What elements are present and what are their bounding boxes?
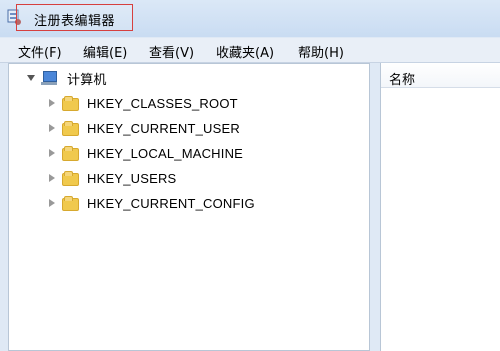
folder-icon xyxy=(61,171,79,186)
registry-tree-pane[interactable]: 计算机 HKEY_CLASSES_ROOT HKEY_CURRENT_USER … xyxy=(8,63,370,351)
column-header-name[interactable]: 名称 xyxy=(381,63,500,88)
menu-favorites[interactable]: 收藏夹(A) xyxy=(216,42,274,61)
menu-view[interactable]: 查看(V) xyxy=(149,42,194,61)
tree-item-label: HKEY_LOCAL_MACHINE xyxy=(87,145,244,161)
expand-arrow-icon[interactable] xyxy=(49,124,55,132)
expand-arrow-icon[interactable] xyxy=(49,174,55,182)
tree-root[interactable]: 计算机 xyxy=(27,68,107,88)
values-pane[interactable]: 名称 xyxy=(380,63,500,351)
tree-item-label: HKEY_USERS xyxy=(87,170,177,186)
folder-icon xyxy=(61,196,79,211)
menu-edit[interactable]: 编辑(E) xyxy=(83,42,127,61)
menu-help[interactable]: 帮助(H) xyxy=(298,42,344,61)
computer-icon xyxy=(41,70,59,86)
tree-item-label: HKEY_CLASSES_ROOT xyxy=(87,95,238,111)
tree-item-hkcr[interactable]: HKEY_CLASSES_ROOT xyxy=(49,93,238,113)
expand-arrow-icon[interactable] xyxy=(49,149,55,157)
expand-arrow-icon[interactable] xyxy=(49,199,55,207)
menu-file[interactable]: 文件(F) xyxy=(18,42,62,61)
folder-icon xyxy=(61,96,79,111)
tree-item-hklm[interactable]: HKEY_LOCAL_MACHINE xyxy=(49,143,243,163)
tree-root-label: 计算机 xyxy=(67,72,107,88)
title-bar: 注册表编辑器 xyxy=(0,0,500,37)
menu-bar: 文件(F) 编辑(E) 查看(V) 收藏夹(A) 帮助(H) xyxy=(0,38,500,63)
folder-icon xyxy=(61,146,79,161)
tree-item-label: HKEY_CURRENT_USER xyxy=(87,120,240,136)
window-title: 注册表编辑器 xyxy=(34,14,116,29)
tree-item-label: HKEY_CURRENT_CONFIG xyxy=(87,195,255,211)
expand-arrow-icon[interactable] xyxy=(49,99,55,107)
tree-item-hkcu[interactable]: HKEY_CURRENT_USER xyxy=(49,118,240,138)
collapse-arrow-icon[interactable] xyxy=(27,75,35,81)
tree-item-hkcc[interactable]: HKEY_CURRENT_CONFIG xyxy=(49,193,255,213)
folder-icon xyxy=(61,121,79,136)
tree-item-hku[interactable]: HKEY_USERS xyxy=(49,168,176,188)
